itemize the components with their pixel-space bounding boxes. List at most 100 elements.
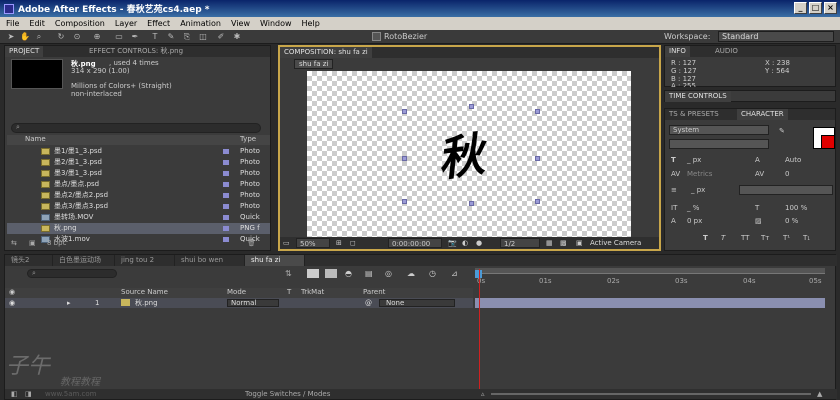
brush-tool-icon[interactable]: ✎ (166, 32, 176, 42)
snapshot-icon[interactable]: 📷 (448, 238, 457, 248)
menu-composition[interactable]: Composition (55, 19, 105, 28)
comp-mini-flowchart-icon[interactable]: ⇅ (285, 269, 292, 278)
tab-character[interactable]: CHARACTER (737, 109, 788, 120)
transform-handle[interactable] (402, 109, 407, 114)
faux-bold-icon[interactable]: T (703, 234, 708, 242)
font-style-select[interactable] (669, 139, 769, 149)
eraser-tool-icon[interactable]: ◫ (198, 32, 208, 42)
project-row[interactable]: 墨1/墨1_3.psd Photo (7, 146, 270, 157)
transform-handle[interactable] (535, 199, 540, 204)
transparency-grid-icon[interactable]: ▩ (560, 238, 567, 248)
tracking-value[interactable]: 0 (785, 170, 789, 178)
label-swatch[interactable] (223, 204, 229, 209)
layer-duration-bar[interactable] (475, 298, 825, 308)
project-row[interactable]: 墨点2/墨点2.psd Photo (7, 190, 270, 201)
roto-brush-tool-icon[interactable]: ✐ (216, 32, 226, 42)
transform-handle[interactable] (535, 156, 540, 161)
transform-handle[interactable] (469, 104, 474, 109)
work-area-bar[interactable] (475, 268, 825, 274)
graph-editor-icon[interactable]: ⊿ (451, 269, 458, 278)
menu-help[interactable]: Help (302, 19, 320, 28)
stroke-type-select[interactable] (739, 185, 833, 195)
resolution-select[interactable]: 1/2 (500, 238, 540, 248)
expand-modes-icon[interactable]: ◨ (25, 389, 32, 399)
workspace-select[interactable]: Standard (718, 31, 834, 42)
always-preview-icon[interactable]: ▭ (283, 238, 290, 248)
tsume-value[interactable]: 0 % (785, 217, 798, 225)
stroke-color-swatch[interactable] (821, 135, 835, 149)
new-folder-icon[interactable]: ▣ (29, 239, 36, 247)
minimize-button[interactable]: _ (794, 2, 807, 14)
baseline-shift-value[interactable]: 0 px (687, 217, 702, 225)
menu-edit[interactable]: Edit (29, 19, 45, 28)
project-row[interactable]: 墨2/墨1_3.psd Photo (7, 157, 270, 168)
menu-effect[interactable]: Effect (147, 19, 170, 28)
timeline-layer-row[interactable]: ◉ ▸ 1 秋.png Normal @ None (5, 298, 473, 308)
tab-comp-baise[interactable]: 白色墨运动场 (53, 255, 115, 266)
subscript-icon[interactable]: T₁ (803, 234, 810, 242)
col-trkmat[interactable]: TrkMat (301, 288, 324, 296)
visibility-eye-icon[interactable]: ◉ (9, 298, 15, 308)
3d-view-icon[interactable]: ▣ (576, 238, 583, 248)
tab-info[interactable]: INFO (665, 46, 690, 57)
horizontal-scale-value[interactable]: 100 % (785, 204, 807, 212)
zoom-in-icon[interactable]: ▲ (817, 389, 822, 399)
tab-comp-jingtou2[interactable]: jing tou 2 (115, 255, 175, 266)
tab-project[interactable]: PROJECT (5, 46, 44, 57)
menu-layer[interactable]: Layer (115, 19, 137, 28)
transform-handle[interactable] (469, 201, 474, 206)
tab-comp-shuibowen[interactable]: shui bo wen (175, 255, 245, 266)
menu-view[interactable]: View (231, 19, 250, 28)
rectangle-tool-icon[interactable]: ▭ (114, 32, 124, 42)
pan-behind-tool-icon[interactable]: ⊕ (92, 32, 102, 42)
eyedropper-icon[interactable]: ✎ (779, 127, 785, 135)
mask-icon[interactable]: ◻ (350, 238, 356, 248)
hide-shy-icon[interactable]: ◓ (345, 269, 352, 278)
zoom-select[interactable]: 50% (296, 238, 330, 248)
stroke-width-value[interactable]: _ px (691, 186, 705, 194)
project-row[interactable]: 墨转场.MOV Quick (7, 212, 270, 223)
timeline-search-input[interactable]: ⌕ (27, 269, 117, 278)
grid-icon[interactable]: ⊞ (336, 238, 342, 248)
project-row[interactable]: 墨点3/墨点3.psd Photo (7, 201, 270, 212)
expand-layer-switches-icon[interactable]: ◧ (11, 389, 18, 399)
project-search-input[interactable]: ⌕ (11, 123, 261, 133)
label-swatch[interactable] (223, 193, 229, 198)
col-mode[interactable]: Mode (227, 288, 246, 296)
transform-handle[interactable] (402, 156, 407, 161)
label-swatch[interactable] (223, 182, 229, 187)
zoom-tool-icon[interactable]: ⌕ (34, 32, 44, 42)
bpc-label[interactable]: 8 bpc (47, 239, 66, 247)
transform-handle[interactable] (402, 199, 407, 204)
trash-icon[interactable]: 🗑 (247, 239, 256, 247)
label-swatch[interactable] (223, 171, 229, 176)
label-swatch[interactable] (223, 149, 229, 154)
small-caps-icon[interactable]: Tт (761, 234, 769, 242)
interpret-footage-icon[interactable]: ⇆ (11, 239, 17, 247)
menu-window[interactable]: Window (260, 19, 292, 28)
transform-handle[interactable] (535, 109, 540, 114)
tab-effect-controls[interactable]: EFFECT CONTROLS: 秋.png (85, 46, 187, 57)
layer-name[interactable]: 秋.png (135, 298, 158, 308)
maximize-button[interactable]: □ (809, 2, 822, 14)
motion-blur-icon[interactable]: ◎ (385, 269, 392, 278)
tab-time-controls[interactable]: TIME CONTROLS (665, 91, 731, 102)
project-row[interactable]: 秋.png PNG f (7, 223, 270, 234)
project-row[interactable]: 墨3/墨1_3.psd Photo (7, 168, 270, 179)
col-source-name[interactable]: Source Name (121, 288, 168, 296)
tab-comp-shufazi[interactable]: shu fa zi (245, 255, 305, 266)
pen-tool-icon[interactable]: ✒ (130, 32, 140, 42)
show-snapshot-icon[interactable]: ◐ (462, 238, 468, 248)
selection-tool-icon[interactable]: ➤ (6, 32, 16, 42)
channel-icon[interactable]: ● (476, 238, 482, 248)
puppet-tool-icon[interactable]: ✱ (232, 32, 242, 42)
toggle-switches-modes[interactable]: Toggle Switches / Modes (245, 389, 330, 399)
auto-keyframe-icon[interactable]: ◷ (429, 269, 436, 278)
faux-italic-icon[interactable]: T (721, 234, 725, 242)
label-swatch[interactable] (223, 215, 229, 220)
rotate-tool-icon[interactable]: ↻ (56, 32, 66, 42)
col-type[interactable]: Type (240, 135, 256, 143)
label-swatch[interactable] (223, 226, 229, 231)
rotobezier-checkbox[interactable] (372, 32, 381, 41)
hand-tool-icon[interactable]: ✋ (20, 32, 30, 42)
